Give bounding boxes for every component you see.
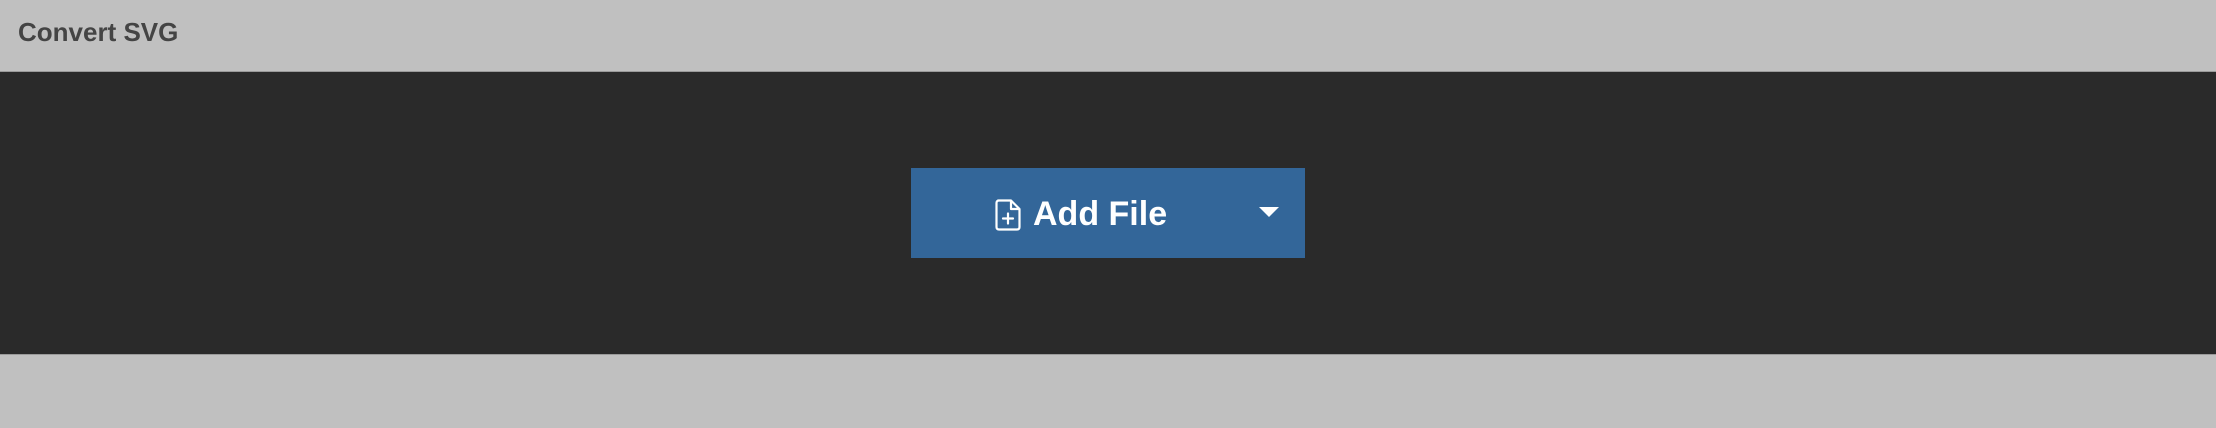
add-file-main-action[interactable]: Add File [911,168,1241,258]
app-header: Convert SVG [0,0,2216,72]
caret-down-icon [1259,207,1279,217]
page-title: Convert SVG [18,17,179,47]
add-file-label: Add File [1033,195,1168,233]
add-file-button[interactable]: Add File [911,168,1305,258]
file-plus-icon [995,199,1021,231]
add-file-dropdown-toggle[interactable] [1241,168,1305,258]
app-footer [0,354,2216,428]
